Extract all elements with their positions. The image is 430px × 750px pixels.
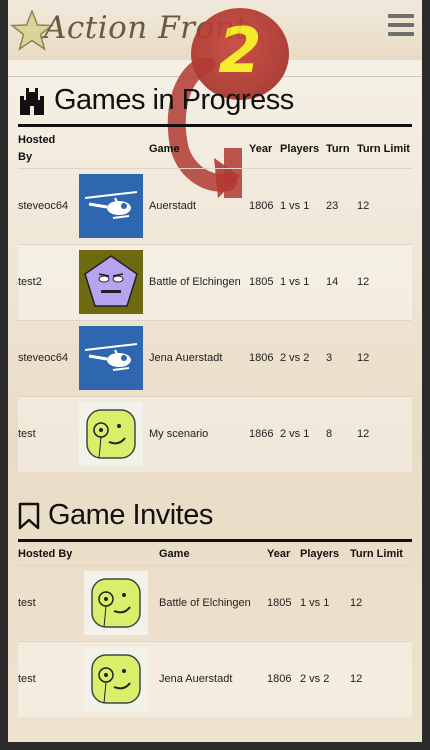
players-cell: 2 vs 2 (300, 673, 330, 686)
col-header-avatar (79, 130, 149, 168)
table-row[interactable]: test2 Battle of Elchingen 1805 1 vs 1 14… (18, 244, 412, 320)
host-cell: test (18, 428, 36, 441)
col-header-players: Players (300, 547, 340, 560)
monocle-face-avatar-icon (79, 402, 143, 467)
turn-limit-cell: 12 (357, 200, 370, 212)
col-header-turn: Turn (326, 142, 350, 155)
col-header-hosted-by: Hosted By (18, 133, 56, 163)
table-row[interactable]: test Jena Auerstadt 1806 2 vs 2 12 (18, 641, 412, 717)
players-cell: 2 vs 1 (280, 428, 310, 441)
section-rule (18, 124, 412, 127)
col-header-turn-limit: Turn Limit (350, 547, 403, 560)
players-cell: 1 vs 1 (280, 200, 310, 212)
turn-limit-cell: 12 (357, 276, 370, 288)
col-header-year: Year (249, 142, 273, 155)
helicopter-avatar-icon (79, 174, 143, 238)
year-cell: 1806 (249, 200, 274, 212)
page-frame: Action Front 2 Games in Progress Hosted … (8, 0, 422, 742)
game-invites-title: Game Invites (48, 499, 213, 531)
game-name-cell[interactable]: Jena Auerstadt (159, 641, 267, 717)
col-header-game: Game (149, 142, 180, 155)
col-header-hosted-by: Hosted By (18, 547, 73, 560)
table-header-row: Hosted By Game Year Players Turn Limit (18, 543, 412, 565)
table-row[interactable]: test My scenario 1866 2 vs 1 8 12 (18, 396, 412, 472)
host-cell: steveoc64 (18, 352, 69, 364)
turn-limit-cell: 12 (357, 428, 370, 441)
year-cell: 1866 (249, 428, 274, 441)
game-invites-table: Hosted By Game Year Players Turn Limit t… (18, 543, 412, 717)
castle-icon (18, 86, 46, 116)
turn-cell: 3 (326, 352, 333, 364)
host-cell: steveoc64 (18, 200, 69, 212)
players-cell: 1 vs 1 (280, 276, 310, 288)
host-cell: test (18, 673, 36, 686)
game-name-cell[interactable]: Battle of Elchingen (159, 565, 267, 641)
games-in-progress-table: Hosted By Game Year Players Turn Turn Li… (18, 130, 412, 472)
col-header-game: Game (159, 547, 190, 560)
turn-limit-cell: 12 (357, 352, 370, 364)
table-header-row: Hosted By Game Year Players Turn Turn Li… (18, 130, 412, 168)
section-rule (18, 539, 412, 542)
table-row[interactable]: steveoc64 Jena Auerstadt 1806 2 vs 2 3 1… (18, 320, 412, 396)
col-header-year: Year (267, 547, 291, 560)
year-cell: 1805 (267, 597, 292, 609)
players-cell: 1 vs 1 (300, 597, 330, 609)
host-cell: test (18, 597, 36, 609)
host-cell: test2 (18, 276, 42, 288)
bookmark-icon (18, 502, 40, 530)
col-header-avatar (84, 543, 159, 565)
game-name-cell[interactable]: My scenario (149, 396, 249, 472)
turn-cell: 14 (326, 276, 339, 288)
monocle-face-avatar-icon (84, 647, 148, 712)
table-row[interactable]: steveoc64 Auerstadt 1806 1 vs 1 23 12 (18, 168, 412, 244)
year-cell: 1806 (249, 352, 274, 364)
players-cell: 2 vs 2 (280, 352, 310, 364)
hamburger-menu-icon[interactable] (388, 14, 414, 36)
game-name-cell[interactable]: Jena Auerstadt (149, 320, 249, 396)
year-cell: 1805 (249, 276, 274, 288)
monocle-face-avatar-icon (84, 571, 148, 635)
game-invites-heading: Game Invites (18, 499, 213, 532)
games-in-progress-heading: Games in Progress (18, 84, 294, 117)
col-header-turn-limit: Turn Limit (357, 142, 410, 155)
year-cell: 1806 (267, 673, 292, 686)
turn-cell: 8 (326, 428, 333, 441)
table-row[interactable]: test Battle of Elchingen 1805 1 vs 1 12 (18, 565, 412, 641)
purple-pentagon-avatar-icon (79, 250, 143, 314)
col-header-players: Players (280, 142, 320, 155)
turn-limit-cell: 12 (350, 673, 363, 686)
turn-limit-cell: 12 (350, 597, 363, 609)
turn-cell: 23 (326, 200, 339, 212)
games-in-progress-title: Games in Progress (54, 84, 294, 116)
helicopter-avatar-icon (79, 326, 143, 390)
game-name-cell[interactable]: Auerstadt (149, 168, 249, 244)
game-name-cell[interactable]: Battle of Elchingen (149, 244, 249, 320)
